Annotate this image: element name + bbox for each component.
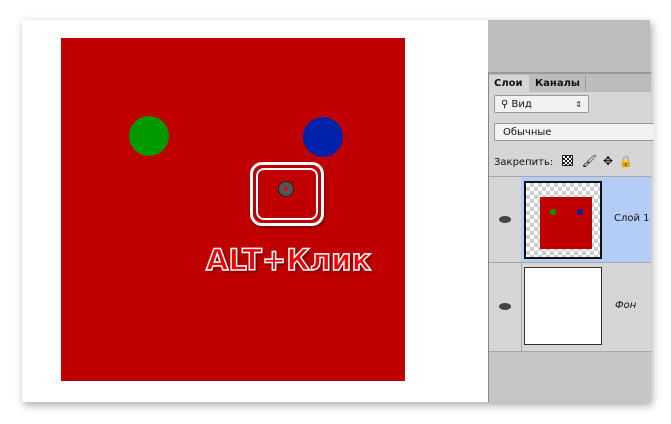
brush-icon[interactable]: 🖌 <box>582 154 597 168</box>
layer-thumbnail <box>524 181 602 259</box>
layer-filter-select[interactable]: ⚲ Вид ⇕ <box>494 95 589 113</box>
lock-icon[interactable]: 🔒 <box>619 155 633 168</box>
eye-icon[interactable] <box>499 303 511 310</box>
lock-row: Закрепить: 🖌 ✥ 🔒 <box>494 154 633 168</box>
layer-name[interactable]: Фон <box>615 300 636 311</box>
search-icon: ⚲ <box>501 99 509 110</box>
blend-mode-select[interactable]: Обычные <box>494 123 654 141</box>
layer-row-layer1[interactable]: Слой 1 <box>489 176 651 263</box>
tab-layers[interactable]: Слои <box>489 75 529 92</box>
green-dot <box>129 116 169 156</box>
panel-dock-background <box>488 20 650 72</box>
blue-dot <box>303 117 343 157</box>
move-icon[interactable]: ✥ <box>603 154 613 168</box>
transparency-lock-icon[interactable] <box>562 155 574 166</box>
layers-panel: Слои Каналы ⚲ Вид ⇕ Обычные Закрепить: 🖌… <box>488 72 654 402</box>
panel-tabs: Слои Каналы <box>489 72 651 92</box>
eye-icon[interactable] <box>499 216 511 223</box>
layer-thumbnail <box>524 267 602 345</box>
panel-empty-area <box>489 352 651 402</box>
clone-source-target-icon <box>278 181 294 197</box>
red-layer <box>61 38 405 381</box>
tab-channels[interactable]: Каналы <box>530 75 586 92</box>
updown-chevron-icon: ⇕ <box>575 100 582 109</box>
alt-click-annotation: ALT+Клик <box>205 242 372 278</box>
layer-name[interactable]: Слой 1 <box>614 213 650 224</box>
layer-row-background[interactable]: Фон <box>489 262 651 352</box>
